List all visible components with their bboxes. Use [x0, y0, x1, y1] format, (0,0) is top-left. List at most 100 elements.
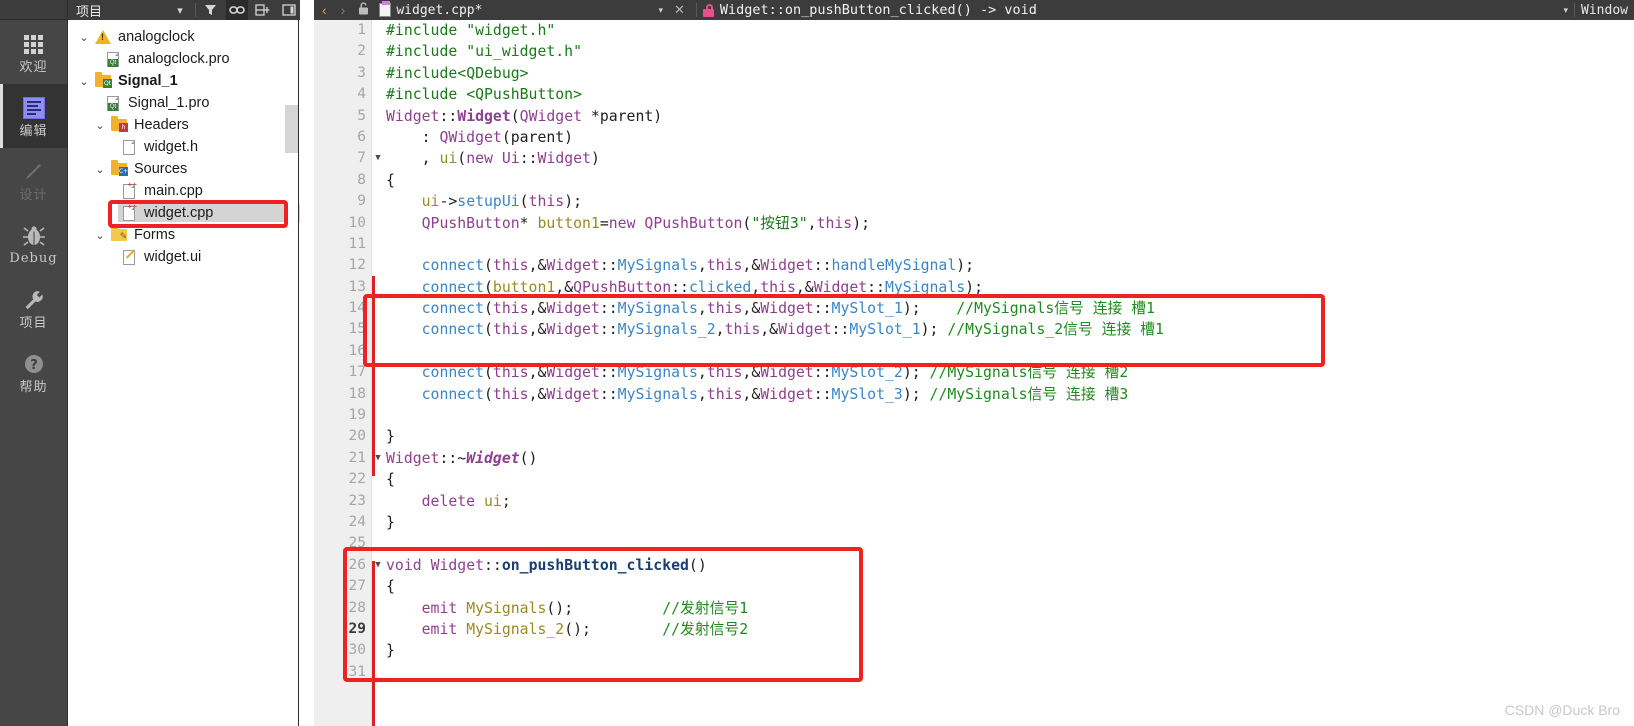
chevron-expanded-icon[interactable]: ⌄: [92, 163, 108, 176]
file-dropdown-icon[interactable]: ▾: [658, 5, 663, 16]
sidebar-toggle-icon[interactable]: [278, 0, 300, 20]
editor-column: ‹ › widget.cpp* ▾ ✕ Widget::on_pushButto…: [314, 0, 1634, 726]
code-token: //发射信号2: [662, 620, 749, 638]
link-icon[interactable]: [226, 0, 248, 20]
mode-item-help[interactable]: ? 帮助: [0, 340, 67, 404]
code-line[interactable]: emit MySignals_2(); //发射信号2: [386, 619, 1634, 640]
code-token: ();: [546, 599, 663, 617]
mode-item-welcome[interactable]: 欢迎: [0, 20, 67, 84]
qt-creator-window: 欢迎 编辑 设计 Debug 项目 ? 帮助 项目 ▾ ⌄ ! analogcl…: [0, 0, 1634, 726]
tree-row-analogclock-pro[interactable]: Qt analogclock.pro: [68, 48, 300, 70]
tree-row-headers-folder[interactable]: ⌄ h Headers: [68, 114, 300, 136]
code-token: this: [706, 364, 743, 382]
tree-row-sources-folder[interactable]: ⌄ C+ Sources: [68, 158, 300, 180]
code-line[interactable]: #include<QDebug>: [386, 63, 1634, 84]
code-line[interactable]: }: [386, 512, 1634, 533]
chevron-down-icon[interactable]: ▾: [169, 0, 191, 20]
grid-icon: [24, 31, 43, 57]
code-token: MySignals_2: [617, 321, 716, 339]
line-number: 13: [348, 278, 366, 295]
scrollbar-thumb[interactable]: [285, 105, 298, 153]
tree-row-forms-folder[interactable]: ⌄ ✎ Forms: [68, 224, 300, 246]
code-line[interactable]: ui->setupUi(this);: [386, 191, 1634, 212]
code-editor-area[interactable]: 1 2 3 4 5 6 7 ▼ 8 9 10 11 12 13 14 15 16 17 18 19 20 21 ▼ 22 23 2…: [314, 20, 1634, 726]
code-line[interactable]: connect(button1,&QPushButton::clicked,th…: [386, 277, 1634, 298]
mode-item-edit[interactable]: 编辑: [0, 84, 67, 148]
line-number: 29: [348, 620, 366, 637]
code-line[interactable]: connect(this,&Widget::MySignals_2,this,&…: [386, 319, 1634, 340]
code-token: setupUi: [457, 193, 520, 211]
code-line[interactable]: [386, 234, 1634, 255]
chevron-expanded-icon[interactable]: ⌄: [92, 229, 108, 242]
unlocked-icon[interactable]: [355, 2, 373, 18]
code-token: this: [816, 214, 853, 232]
code-line[interactable]: : QWidget(parent): [386, 127, 1634, 148]
code-token: ,&: [555, 278, 574, 296]
tree-row-main-cpp[interactable]: ⁺⁺ main.cpp: [68, 180, 300, 202]
close-document-icon[interactable]: ✕: [669, 2, 690, 18]
current-file-chip[interactable]: widget.cpp*: [379, 1, 482, 18]
code-token: ::: [813, 364, 832, 382]
tree-row-widget-h[interactable]: widget.h: [68, 136, 300, 158]
split-add-icon[interactable]: [252, 0, 274, 20]
headers-folder-icon: h: [110, 116, 128, 133]
code-line[interactable]: {: [386, 576, 1634, 597]
code-line[interactable]: , ui(new Ui::Widget): [386, 148, 1634, 169]
mode-item-design[interactable]: 设计: [0, 148, 67, 212]
panel-splitter-scrollbar[interactable]: [285, 20, 299, 726]
current-symbol-chip[interactable]: Widget::on_pushButton_clicked() -> void: [702, 2, 1037, 18]
code-line[interactable]: [386, 405, 1634, 426]
chevron-expanded-icon[interactable]: ⌄: [76, 75, 92, 88]
project-tree-body[interactable]: ⌄ analogclock Qt analogclock.pro ⌄ Qt Si…: [68, 20, 300, 726]
code-token: ::: [599, 321, 618, 339]
chevron-expanded-icon[interactable]: ⌄: [92, 119, 108, 132]
code-line[interactable]: Widget::~Widget(): [386, 448, 1634, 469]
code-line[interactable]: void Widget::on_pushButton_clicked(): [386, 555, 1634, 576]
modified-lines-change-bar: [372, 561, 375, 726]
code-line[interactable]: #include <QPushButton>: [386, 84, 1634, 105]
tree-row-signal1-pro[interactable]: Qt Signal_1.pro: [68, 92, 300, 114]
tree-row-widget-ui[interactable]: widget.ui: [68, 246, 300, 268]
code-line[interactable]: }: [386, 640, 1634, 661]
code-token: MySignals: [617, 385, 698, 403]
tree-row-signal1-project[interactable]: ⌄ Qt Signal_1: [68, 70, 300, 92]
question-circle-icon: ?: [22, 351, 46, 377]
window-menu-button[interactable]: Window: [1581, 3, 1634, 18]
code-token: void: [386, 556, 422, 574]
navigate-back-icon[interactable]: ‹: [318, 2, 331, 18]
mode-item-debug[interactable]: Debug: [0, 212, 67, 276]
code-line[interactable]: delete ui;: [386, 491, 1634, 512]
code-token: ,: [715, 321, 725, 339]
tree-row-analogclock[interactable]: ⌄ analogclock: [68, 26, 300, 48]
code-token: //MySignals信号 连接 槽2: [929, 364, 1129, 382]
code-line[interactable]: #include "widget.h": [386, 20, 1634, 41]
code-line[interactable]: }: [386, 426, 1634, 447]
mode-item-welcome-label: 欢迎: [19, 59, 48, 74]
mode-item-projects[interactable]: 项目: [0, 276, 67, 340]
navigate-forward-icon[interactable]: ›: [337, 2, 350, 18]
line-number: 11: [348, 235, 366, 252]
filter-icon[interactable]: [200, 0, 222, 20]
code-line[interactable]: connect(this,&Widget::MySignals,this,&Wi…: [386, 298, 1634, 319]
line-number: 4: [357, 86, 366, 103]
code-line[interactable]: QPushButton* button1=new QPushButton("按钮…: [386, 213, 1634, 234]
code-line[interactable]: [386, 341, 1634, 362]
code-line[interactable]: connect(this,&Widget::MySignals,this,&Wi…: [386, 362, 1634, 383]
code-line[interactable]: [386, 662, 1634, 683]
code-token: (: [484, 364, 493, 382]
code-line[interactable]: connect(this,&Widget::MySignals,this,&Wi…: [386, 255, 1634, 276]
symbol-dropdown-icon[interactable]: ▾: [1564, 5, 1569, 16]
code-token: this: [492, 300, 529, 318]
chevron-expanded-icon[interactable]: ⌄: [76, 31, 92, 44]
code-line[interactable]: emit MySignals(); //发射信号1: [386, 598, 1634, 619]
code-line[interactable]: #include "ui_widget.h": [386, 41, 1634, 62]
line-number: 15: [348, 321, 366, 338]
tree-row-widget-cpp[interactable]: ⁺⁺ widget.cpp: [68, 202, 300, 224]
code-line[interactable]: {: [386, 469, 1634, 490]
code-text-area[interactable]: #include "widget.h" #include "ui_widget.h…: [372, 20, 1634, 726]
code-line[interactable]: {: [386, 170, 1634, 191]
code-line[interactable]: connect(this,&Widget::MySignals,this,&Wi…: [386, 384, 1634, 405]
code-line[interactable]: Widget::Widget(QWidget *parent): [386, 106, 1634, 127]
code-line[interactable]: [386, 533, 1634, 554]
